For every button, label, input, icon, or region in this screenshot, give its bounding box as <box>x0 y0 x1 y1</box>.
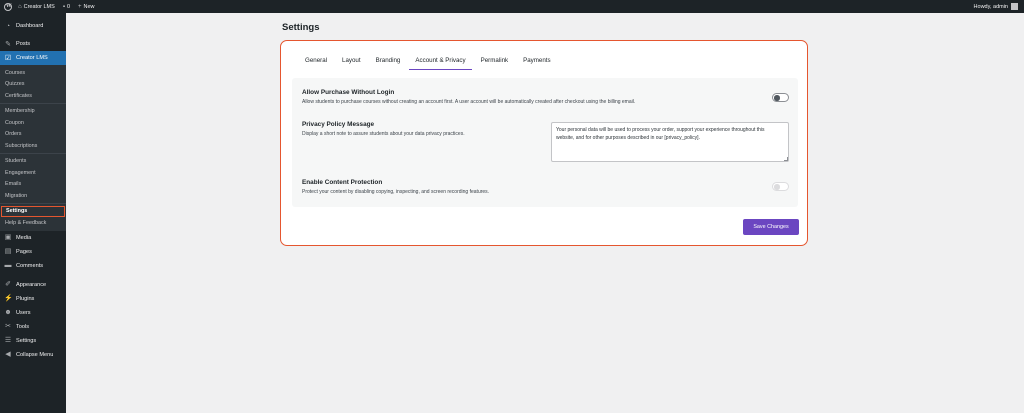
menu-plugins-label: Plugins <box>16 295 35 302</box>
submenu-settings[interactable]: Settings <box>1 205 65 217</box>
menu-posts-label: Posts <box>16 41 30 47</box>
plugin-icon: ⚡ <box>4 295 13 302</box>
menu-appearance[interactable]: ✐ Appearance <box>0 278 66 292</box>
menu-media-label: Media <box>16 234 32 241</box>
site-name-link[interactable]: ⌂ Creator LMS <box>18 0 55 13</box>
users-icon: ☻ <box>4 309 12 316</box>
content-protection-description: Protect your content by disabling copyin… <box>302 189 490 195</box>
menu-comments[interactable]: ▬ Comments <box>0 259 66 273</box>
submenu-orders[interactable]: Orders <box>0 129 66 141</box>
creator-lms-icon: ☑ <box>4 54 12 62</box>
submenu-courses[interactable]: Courses <box>0 67 66 79</box>
submenu-coupon[interactable]: Coupon <box>0 117 66 129</box>
tab-layout[interactable]: Layout <box>336 57 367 70</box>
privacy-policy-textarea[interactable]: Your personal data will be used to proce… <box>551 122 789 162</box>
menu-creator-lms[interactable]: ☑ Creator LMS <box>0 51 66 65</box>
page-title: Settings <box>282 22 320 33</box>
submenu-migration[interactable]: Migration <box>0 190 66 202</box>
tab-general[interactable]: General <box>299 57 333 70</box>
wrench-icon: ✂ <box>5 323 11 330</box>
menu-settings[interactable]: ☰ Settings <box>0 334 66 348</box>
dashboard-icon: ◔ <box>5 22 11 30</box>
privacy-policy-title: Privacy Policy Message <box>302 121 375 128</box>
site-name: Creator LMS <box>23 3 55 10</box>
submenu-emails[interactable]: Emails <box>0 179 66 191</box>
submenu-divider <box>0 153 66 154</box>
paintbrush-icon: ✐ <box>5 281 11 288</box>
media-icon: ▣ <box>4 234 12 241</box>
new-content-link[interactable]: + New <box>78 0 95 13</box>
creator-lms-submenu: Courses Quizzes Certificates Membership … <box>0 65 66 231</box>
submenu-quizzes[interactable]: Quizzes <box>0 79 66 91</box>
menu-creator-lms-label: Creator LMS <box>16 55 48 61</box>
menu-pages[interactable]: ▤ Pages <box>0 245 66 259</box>
submenu-divider <box>0 203 66 204</box>
account-menu[interactable]: Howdy, admin <box>974 3 1018 10</box>
comments-link[interactable]: ▪ 0 <box>63 0 70 13</box>
submenu-help-feedback[interactable]: Help & Feedback <box>0 217 66 229</box>
submenu-subscriptions[interactable]: Subscriptions <box>0 140 66 152</box>
menu-comments-label: Comments <box>16 262 44 269</box>
tab-payments[interactable]: Payments <box>517 57 557 70</box>
settings-tabs: General Layout Branding Account & Privac… <box>299 57 560 70</box>
menu-plugins[interactable]: ⚡ Plugins <box>0 292 66 306</box>
menu-tools[interactable]: ✂ Tools <box>0 320 66 334</box>
submenu-certificates[interactable]: Certificates <box>0 90 66 102</box>
home-icon: ⌂ <box>18 3 22 10</box>
save-changes-button[interactable]: Save Changes <box>743 219 799 235</box>
menu-appearance-label: Appearance <box>16 281 47 288</box>
allow-purchase-toggle[interactable] <box>772 93 789 102</box>
pin-icon: ✎ <box>5 40 11 48</box>
menu-tools-label: Tools <box>16 323 30 330</box>
tab-account-privacy[interactable]: Account & Privacy <box>409 57 472 70</box>
submenu-membership[interactable]: Membership <box>0 106 66 118</box>
menu-users[interactable]: ☻ Users <box>0 306 66 320</box>
avatar <box>1011 3 1018 10</box>
allow-purchase-description: Allow students to purchase courses witho… <box>302 99 636 105</box>
menu-users-label: Users <box>16 309 31 316</box>
settings-sliders-icon: ☰ <box>4 337 12 344</box>
submenu-students[interactable]: Students <box>0 156 66 168</box>
collapse-menu-label: Collapse Menu <box>16 351 54 358</box>
admin-bar: ⌂ Creator LMS ▪ 0 + New Howdy, admin <box>0 0 1024 13</box>
plus-icon: + <box>78 3 82 10</box>
privacy-policy-description: Display a short note to assure students … <box>302 131 465 137</box>
allow-purchase-title: Allow Purchase Without Login <box>302 89 395 96</box>
menu-settings-label: Settings <box>16 337 37 344</box>
content-protection-title: Enable Content Protection <box>302 179 383 186</box>
pages-icon: ▤ <box>4 248 12 255</box>
comments-icon: ▬ <box>4 262 12 269</box>
comment-bubble-icon: ▪ <box>62 3 65 10</box>
submenu-engagement[interactable]: Engagement <box>0 167 66 179</box>
menu-pages-label: Pages <box>16 248 32 255</box>
comments-count: 0 <box>66 3 71 10</box>
content-protection-toggle[interactable] <box>772 182 789 191</box>
toggle-knob <box>774 95 780 101</box>
new-label: New <box>83 3 95 10</box>
settings-panel: Allow Purchase Without Login Allow stude… <box>292 78 798 207</box>
tab-branding[interactable]: Branding <box>370 57 407 70</box>
admin-sidebar: ◔ Dashboard ✎ Posts ☑ Creator LMS Course… <box>0 13 66 413</box>
menu-dashboard[interactable]: ◔ Dashboard <box>0 19 66 33</box>
settings-card: General Layout Branding Account & Privac… <box>280 40 808 246</box>
howdy-text: Howdy, admin <box>973 3 1008 10</box>
submenu-divider <box>0 103 66 104</box>
collapse-menu-button[interactable]: ◀ Collapse Menu <box>0 348 66 362</box>
toggle-knob <box>774 184 780 190</box>
menu-posts[interactable]: ✎ Posts <box>0 37 66 51</box>
menu-media[interactable]: ▣ Media <box>0 231 66 245</box>
wordpress-logo-icon[interactable] <box>4 2 12 11</box>
menu-dashboard-label: Dashboard <box>16 23 44 29</box>
collapse-icon: ◀ <box>5 351 11 358</box>
tab-permalink[interactable]: Permalink <box>475 57 515 70</box>
